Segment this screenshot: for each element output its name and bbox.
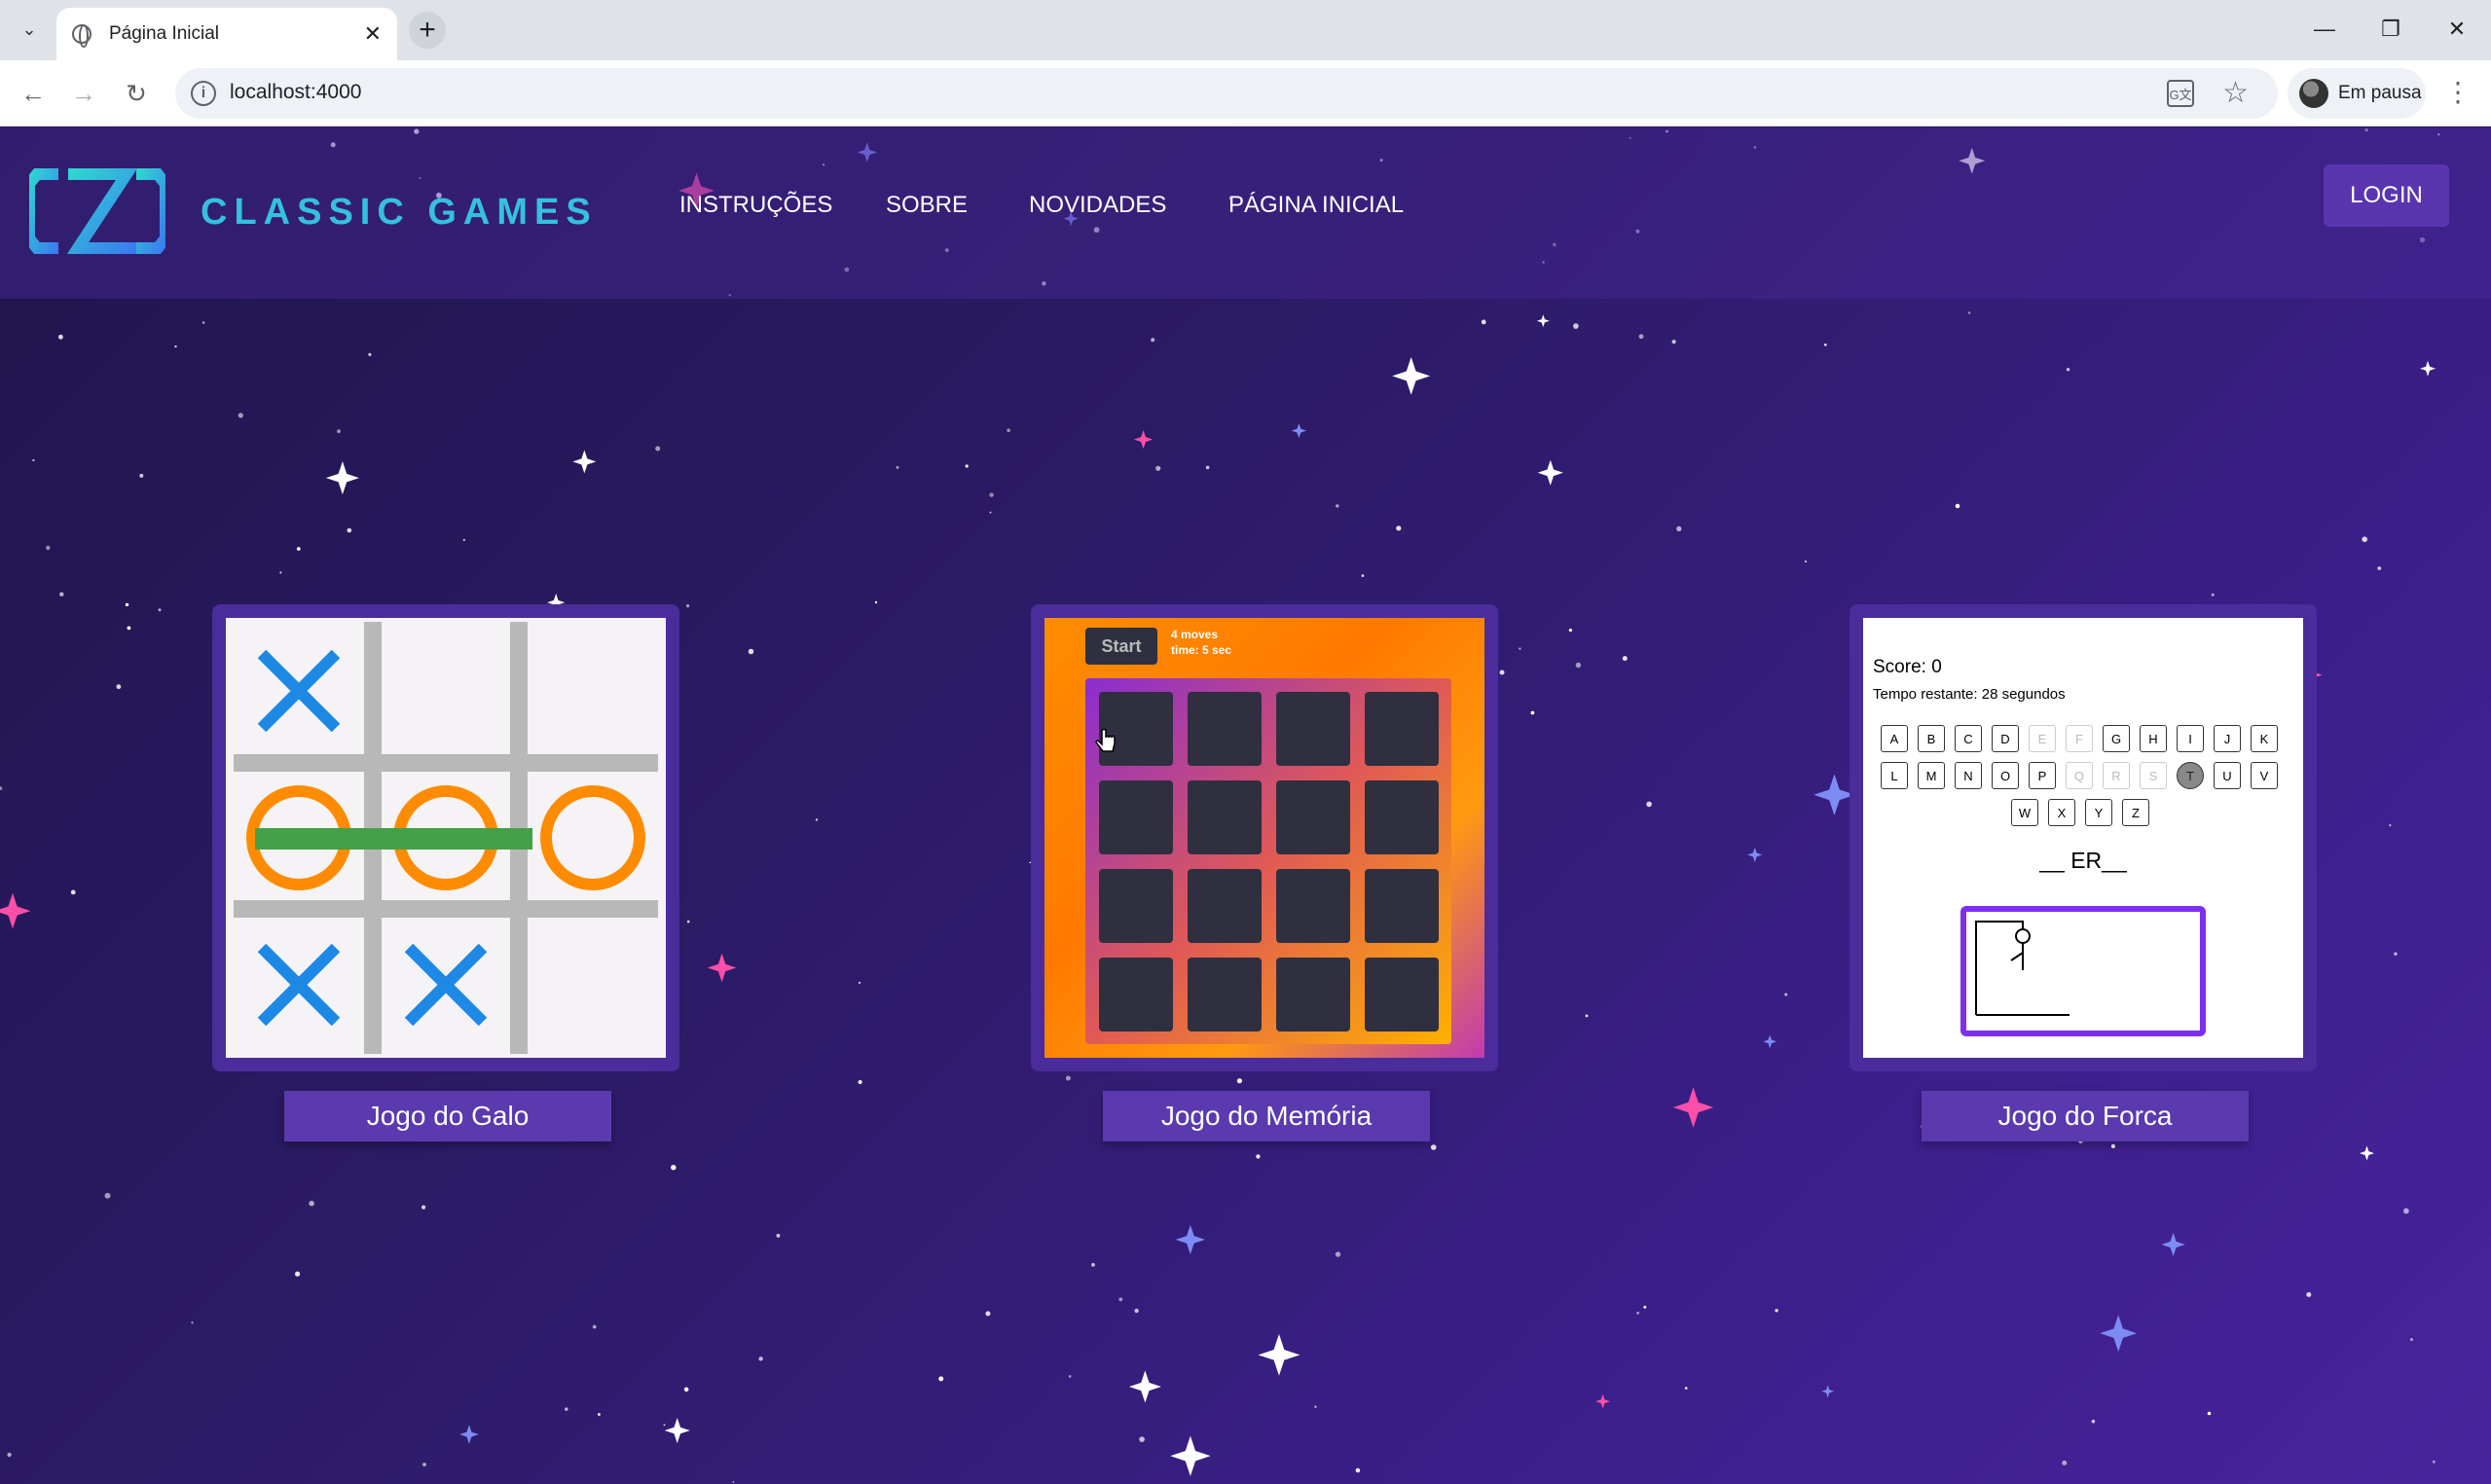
site-info-icon[interactable]: i (191, 81, 216, 106)
browser-toolbar: ← → ↻ i localhost:4000 G文 ☆ Em pausa ⋮ (0, 60, 2491, 127)
hangman-time-remaining: Tempo restante: 28 segundos (1873, 686, 2066, 703)
profile-button[interactable]: Em pausa (2288, 68, 2426, 119)
window-close-icon[interactable]: ✕ (2430, 12, 2484, 47)
galo-preview[interactable] (226, 618, 666, 1058)
ttt-x-mark (404, 943, 488, 1027)
hangman-key-i[interactable]: I (2177, 725, 2204, 752)
hangman-key-o[interactable]: O (1992, 762, 2019, 789)
nav-novidades[interactable]: NOVIDADES (1029, 192, 1166, 219)
hangman-key-x[interactable]: X (2048, 799, 2075, 826)
browser-tab-bar: ⌄ Página Inicial ✕ + — ❐ ✕ (0, 0, 2491, 60)
site-header: CLASSIC GAMES INSTRUÇÕES SOBRE NOVIDADES… (0, 127, 2491, 299)
restore-icon[interactable]: ❐ (2363, 12, 2418, 47)
hangman-key-l[interactable]: L (1881, 762, 1908, 789)
hangman-key-k[interactable]: K (2251, 725, 2278, 752)
hangman-key-c[interactable]: C (1955, 725, 1982, 752)
bookmark-star-icon[interactable]: ☆ (2222, 76, 2249, 110)
galo-label[interactable]: Jogo do Galo (284, 1091, 611, 1141)
translate-icon[interactable]: G文 (2167, 80, 2194, 107)
hangman-score: Score: 0 (1873, 657, 1942, 677)
nav-instrucoes[interactable]: INSTRUÇÕES (679, 192, 832, 219)
memory-board (1085, 678, 1451, 1044)
address-bar[interactable]: i localhost:4000 G文 ☆ (175, 68, 2278, 119)
memory-moves-counter: 4 moves (1171, 628, 1219, 641)
hangman-figure (1975, 921, 2070, 1016)
hangman-key-y[interactable]: Y (2085, 799, 2112, 826)
page-content: CLASSIC GAMES INSTRUÇÕES SOBRE NOVIDADES… (0, 127, 2491, 1484)
tic-tac-toe-board (234, 622, 658, 1054)
browser-tab[interactable]: Página Inicial ✕ (56, 8, 397, 60)
minimize-icon[interactable]: — (2297, 12, 2352, 47)
hangman-key-j[interactable]: J (2214, 725, 2241, 752)
ttt-x-mark (257, 649, 341, 733)
hangman-key-e[interactable]: E (2029, 725, 2056, 752)
hangman-key-w[interactable]: W (2011, 799, 2038, 826)
hangman-key-r[interactable]: R (2103, 762, 2130, 789)
tab-title: Página Inicial (109, 23, 220, 44)
hangman-key-n[interactable]: N (1955, 762, 1982, 789)
hangman-key-u[interactable]: U (2214, 762, 2241, 789)
hangman-key-h[interactable]: H (2140, 725, 2167, 752)
game-card-galo[interactable] (212, 604, 679, 1071)
hangman-key-q[interactable]: Q (2066, 762, 2093, 789)
tab-close-icon[interactable]: ✕ (364, 21, 382, 47)
ttt-o-mark (540, 785, 645, 890)
hangman-key-v[interactable]: V (2251, 762, 2278, 789)
hangman-key-g[interactable]: G (2103, 725, 2130, 752)
memory-card[interactable] (1188, 692, 1262, 766)
nav-pagina-inicial[interactable]: PÁGINA INICIAL (1228, 192, 1404, 219)
hand-cursor-icon (1095, 729, 1116, 752)
memory-card[interactable] (1099, 869, 1173, 943)
hangman-key-z[interactable]: Z (2122, 799, 2149, 826)
back-arrow-icon[interactable]: ← (16, 76, 51, 111)
avatar (2299, 79, 2328, 108)
memoria-preview[interactable]: Start 4 moves time: 5 sec (1044, 618, 1484, 1058)
brand-name[interactable]: CLASSIC GAMES (201, 192, 598, 234)
hangman-key-a[interactable]: A (1881, 725, 1908, 752)
hangman-drawing (1960, 906, 2206, 1036)
ttt-winning-line (255, 828, 532, 850)
game-card-memoria[interactable]: Start 4 moves time: 5 sec (1031, 604, 1498, 1071)
hangman-key-b[interactable]: B (1918, 725, 1945, 752)
browser-menu-icon[interactable]: ⋮ (2443, 78, 2473, 107)
memory-card[interactable] (1365, 780, 1439, 854)
reload-icon[interactable]: ↻ (119, 76, 154, 111)
memory-card[interactable] (1276, 958, 1350, 1032)
hangman-word: __ ER__ (2039, 848, 2127, 873)
forca-label[interactable]: Jogo do Forca (1922, 1091, 2249, 1141)
memory-card[interactable] (1365, 869, 1439, 943)
tab-list-chevron-icon[interactable]: ⌄ (14, 14, 45, 45)
memory-card[interactable] (1276, 780, 1350, 854)
globe-icon (72, 24, 92, 48)
hangman-key-p[interactable]: P (2029, 762, 2056, 789)
memory-card[interactable] (1365, 958, 1439, 1032)
url-text[interactable]: localhost:4000 (230, 81, 361, 104)
memory-start-button[interactable]: Start (1085, 628, 1157, 665)
forca-preview[interactable]: Score: 0 Tempo restante: 28 segundos ABC… (1863, 618, 2303, 1058)
classic-games-logo[interactable] (29, 164, 165, 258)
memory-card[interactable] (1099, 780, 1173, 854)
memory-card[interactable] (1365, 692, 1439, 766)
profile-status: Em pausa (2338, 83, 2422, 103)
memory-timer: time: 5 sec (1171, 643, 1232, 657)
memory-card[interactable] (1188, 958, 1262, 1032)
hangman-key-s[interactable]: S (2140, 762, 2167, 789)
memory-card[interactable] (1276, 869, 1350, 943)
login-button[interactable]: LOGIN (2324, 164, 2449, 227)
new-tab-button[interactable]: + (409, 12, 446, 49)
memoria-label[interactable]: Jogo do Memória (1103, 1091, 1430, 1141)
memory-card[interactable] (1276, 692, 1350, 766)
hangman-key-f[interactable]: F (2066, 725, 2093, 752)
forward-arrow-icon[interactable]: → (66, 76, 101, 111)
hangman-key-m[interactable]: M (1918, 762, 1945, 789)
memory-card[interactable] (1188, 780, 1262, 854)
hangman-key-t[interactable]: T (2177, 762, 2204, 789)
nav-sobre[interactable]: SOBRE (886, 192, 968, 219)
hangman-key-d[interactable]: D (1992, 725, 2019, 752)
ttt-x-mark (257, 943, 341, 1027)
game-card-forca[interactable]: Score: 0 Tempo restante: 28 segundos ABC… (1850, 604, 2317, 1071)
memory-card[interactable] (1099, 958, 1173, 1032)
memory-card[interactable] (1188, 869, 1262, 943)
